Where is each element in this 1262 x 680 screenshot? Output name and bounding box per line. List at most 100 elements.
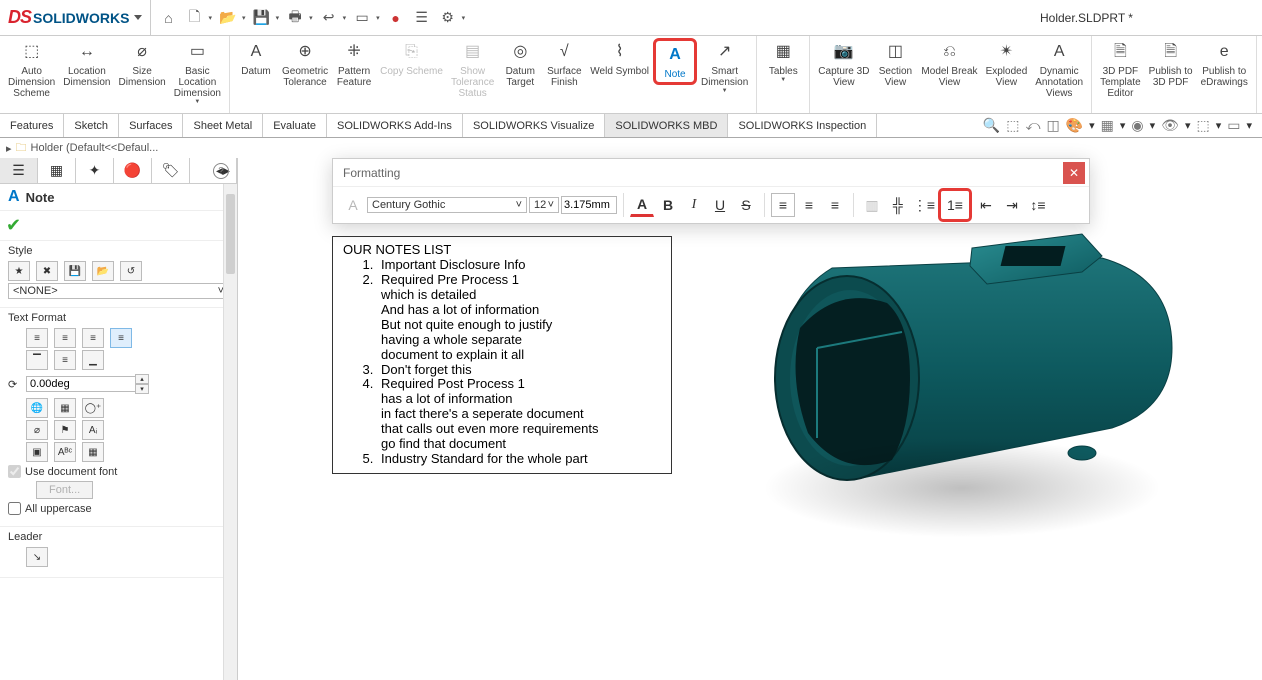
bold-icon[interactable]: B bbox=[656, 193, 680, 217]
ribbon-geometric-tolerance[interactable]: ⊕GeometricTolerance bbox=[278, 38, 332, 90]
ribbon-datum-target[interactable]: ◎DatumTarget bbox=[498, 38, 542, 90]
tab-solidworks-inspection[interactable]: SOLIDWORKS Inspection bbox=[728, 114, 877, 137]
number-list-icon[interactable]: 1≡ bbox=[943, 193, 967, 217]
use-doc-font-checkbox[interactable] bbox=[8, 465, 21, 478]
new-icon[interactable]: 🗋 bbox=[185, 8, 205, 28]
tab-evaluate[interactable]: Evaluate bbox=[263, 114, 327, 137]
display-style-icon[interactable]: 🎨 bbox=[1066, 117, 1083, 134]
justify-left-icon[interactable]: ≡ bbox=[771, 193, 795, 217]
bullet-list-icon[interactable]: ⋮≡ bbox=[912, 193, 936, 217]
valign-top-icon[interactable]: ▔ bbox=[26, 350, 48, 370]
italic-icon[interactable]: I bbox=[682, 193, 706, 217]
dimxpert-tab-icon[interactable]: 🏷 bbox=[152, 158, 190, 183]
tab-solidworks-add-ins[interactable]: SOLIDWORKS Add-Ins bbox=[327, 114, 463, 137]
note-lock-icon[interactable]: A bbox=[341, 193, 365, 217]
appearance-tab-icon[interactable]: 🔴 bbox=[114, 158, 152, 183]
help-icon[interactable]: ? bbox=[213, 163, 229, 179]
align-right-icon[interactable]: ≡ bbox=[82, 328, 104, 348]
view-settings-icon[interactable]: ⬚ bbox=[1196, 117, 1209, 134]
flag-icon[interactable]: ⚑ bbox=[54, 420, 76, 440]
open-icon[interactable]: 📂 bbox=[218, 8, 238, 28]
prev-view-icon[interactable]: ⤺ bbox=[1025, 117, 1040, 134]
align-left-icon[interactable]: ≡ bbox=[26, 328, 48, 348]
ribbon-size-dimension[interactable]: ⌀SizeDimension bbox=[115, 38, 170, 90]
tab-solidworks-mbd[interactable]: SOLIDWORKS MBD bbox=[605, 114, 728, 137]
angle-spin-up[interactable]: ▴ bbox=[135, 374, 149, 384]
ribbon-tables[interactable]: ▦Tables▼ bbox=[761, 38, 805, 86]
ribbon-publish-to-edrawings[interactable]: ePublish toeDrawings bbox=[1197, 38, 1252, 90]
config-tab-icon[interactable]: ✦ bbox=[76, 158, 114, 183]
close-icon[interactable]: ✕ bbox=[1063, 162, 1085, 184]
view-orient-icon[interactable]: 👁 bbox=[1161, 117, 1179, 134]
print-icon[interactable]: 🖶 bbox=[285, 8, 305, 28]
tree-expand-icon[interactable]: ▸ bbox=[6, 142, 12, 155]
line-spacing-icon[interactable]: ↕≡ bbox=[1026, 193, 1050, 217]
align-just-icon[interactable]: ≡ bbox=[110, 328, 132, 348]
ribbon-datum[interactable]: ADatum bbox=[234, 38, 278, 79]
angle-input[interactable] bbox=[26, 376, 136, 392]
window-icon[interactable]: ▭ bbox=[1227, 117, 1240, 134]
angle-spin-down[interactable]: ▾ bbox=[135, 384, 149, 394]
options-icon[interactable]: ⚙ bbox=[438, 8, 458, 28]
valign-bot-icon[interactable]: ▁ bbox=[82, 350, 104, 370]
all-uppercase-checkbox[interactable] bbox=[8, 502, 21, 515]
geo-tol-icon[interactable]: ▣ bbox=[26, 442, 48, 462]
feature-tree-tab-icon[interactable]: ☰ bbox=[0, 158, 38, 183]
ribbon-3d-pdf-template-editor[interactable]: 🗎3D PDFTemplateEditor bbox=[1096, 38, 1145, 101]
strike-icon[interactable]: S bbox=[734, 193, 758, 217]
tab-surfaces[interactable]: Surfaces bbox=[119, 114, 183, 137]
ribbon-surface-finish[interactable]: √SurfaceFinish bbox=[542, 38, 586, 90]
ribbon-smart-dimension[interactable]: ↗SmartDimension▼ bbox=[697, 38, 752, 97]
ribbon-pattern-feature[interactable]: ⁜PatternFeature bbox=[332, 38, 376, 90]
ribbon-location-dimension[interactable]: ↔LocationDimension bbox=[59, 38, 114, 90]
rebuild-icon[interactable]: ● bbox=[386, 8, 406, 28]
outdent-icon[interactable]: ⇤ bbox=[974, 193, 998, 217]
ribbon-dynamic-annotation-views[interactable]: ADynamicAnnotationViews bbox=[1031, 38, 1087, 101]
ribbon-publish-to-3d-pdf[interactable]: 🗎Publish to3D PDF bbox=[1145, 38, 1197, 90]
ribbon-note[interactable]: ANote bbox=[653, 38, 697, 85]
leader-style-icon[interactable]: ↘ bbox=[26, 547, 48, 567]
style-dropdown[interactable]: <NONE> ˅ bbox=[8, 283, 229, 299]
font-family-dropdown[interactable]: Century Gothic˅ bbox=[367, 197, 527, 213]
ribbon-copy-scheme[interactable]: ⎘Copy Scheme bbox=[376, 38, 447, 79]
del-fav-icon[interactable]: ✖ bbox=[36, 261, 58, 281]
reset-fav-icon[interactable]: ↺ bbox=[120, 261, 142, 281]
sf-icon[interactable]: ▦ bbox=[82, 442, 104, 462]
ribbon-show-tolerance-status[interactable]: ▤ShowToleranceStatus bbox=[447, 38, 498, 101]
fit-text-icon[interactable]: ╬ bbox=[886, 193, 910, 217]
ribbon-capture-3d-view[interactable]: 📷Capture 3DView bbox=[814, 38, 873, 90]
app-menu-drop-icon[interactable] bbox=[134, 15, 142, 20]
indent-icon[interactable]: ⇥ bbox=[1000, 193, 1024, 217]
align-center-icon[interactable]: ≡ bbox=[54, 328, 76, 348]
load-fav-icon[interactable]: 📂 bbox=[92, 261, 114, 281]
tab-features[interactable]: Features bbox=[0, 114, 64, 137]
link-dim-icon[interactable]: ⌀ bbox=[26, 420, 48, 440]
justify-center-icon[interactable]: ≡ bbox=[797, 193, 821, 217]
graphics-area[interactable]: Formatting ✕ A Century Gothic˅ 12˅ A B I… bbox=[238, 158, 1262, 680]
select-icon[interactable]: ▭ bbox=[352, 8, 372, 28]
ribbon-weld-symbol[interactable]: ⌇Weld Symbol bbox=[586, 38, 653, 79]
insert-balloon-icon[interactable]: ◯⁺ bbox=[82, 398, 104, 418]
valign-mid-icon[interactable]: ≡ bbox=[54, 350, 76, 370]
section-icon[interactable]: ◫ bbox=[1046, 117, 1059, 134]
left-panel-scrollbar[interactable] bbox=[223, 184, 237, 680]
ribbon-model-break-view[interactable]: ⎌Model BreakView bbox=[917, 38, 981, 90]
ribbon-auto-dimension-scheme[interactable]: ⬚AutoDimensionScheme bbox=[4, 38, 59, 101]
ribbon-section-view[interactable]: ◫SectionView bbox=[873, 38, 917, 90]
zoom-fit-icon[interactable]: 🔍 bbox=[983, 117, 1000, 134]
insert-geom-icon[interactable]: 🌐 bbox=[26, 398, 48, 418]
ribbon-basic-location-dimension[interactable]: ▭BasicLocationDimension▼ bbox=[170, 38, 225, 108]
zoom-area-icon[interactable]: ⬚ bbox=[1006, 117, 1019, 134]
hide-show-icon[interactable]: ▦ bbox=[1101, 117, 1114, 134]
appearance-icon[interactable]: ◉ bbox=[1131, 117, 1143, 134]
ok-check-icon[interactable]: ✔ bbox=[6, 215, 21, 235]
font-button[interactable]: Font... bbox=[36, 481, 93, 499]
selection-breadcrumb[interactable]: ▸ 🗀 Holder (Default<<Defaul... bbox=[0, 138, 1262, 158]
column-icon[interactable]: ▥ bbox=[860, 193, 884, 217]
font-size-dropdown[interactable]: 12˅ bbox=[529, 197, 559, 213]
home-icon[interactable]: ⌂ bbox=[159, 8, 179, 28]
save-icon[interactable]: 💾 bbox=[252, 8, 272, 28]
undo-icon[interactable]: ↩ bbox=[319, 8, 339, 28]
annotation-note[interactable]: OUR NOTES LIST Important Disclosure Info… bbox=[332, 236, 672, 474]
justify-right-icon[interactable]: ≡ bbox=[823, 193, 847, 217]
